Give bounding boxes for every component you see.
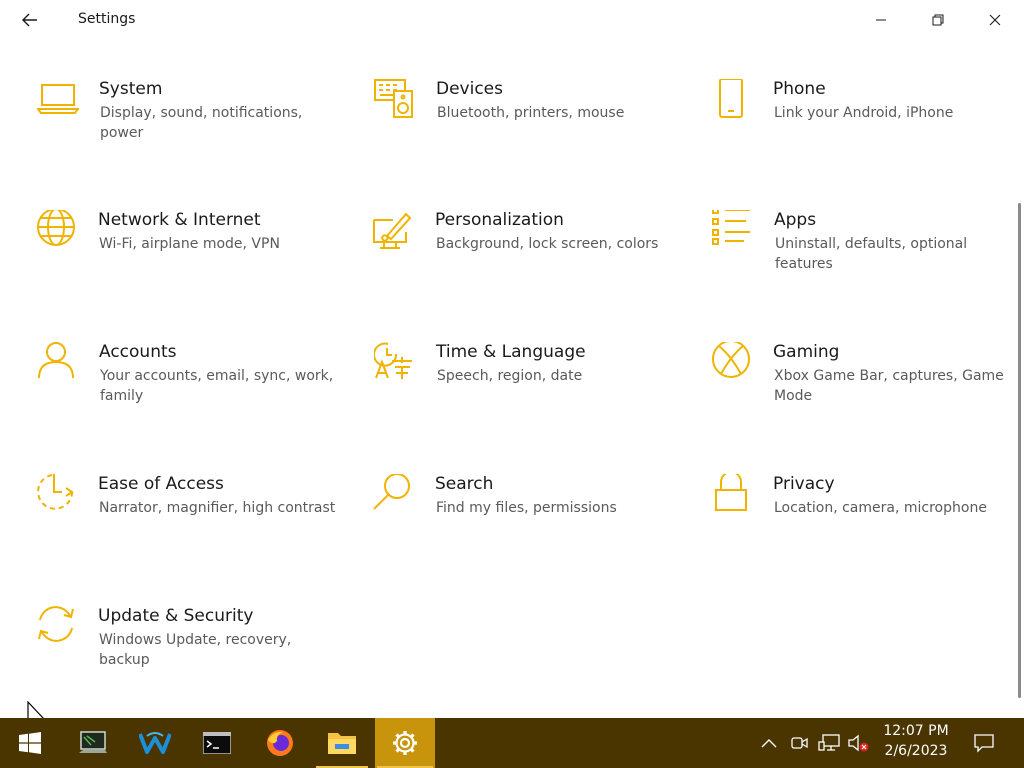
tile-description: Location, camera, microphone	[774, 500, 987, 516]
tile-description: Speech, region, date	[437, 368, 583, 384]
tile-title: Time & Language	[436, 342, 586, 362]
close-icon	[989, 14, 1001, 26]
start-button[interactable]	[2, 718, 58, 768]
tile-description: Link your Android, iPhone	[774, 105, 954, 121]
network-status-button[interactable]	[814, 718, 844, 768]
clock-time: 12:07 PM	[883, 723, 949, 739]
tile-title: Network & Internet	[98, 210, 261, 230]
meet-now-button[interactable]	[786, 718, 812, 768]
vertical-scrollbar[interactable]	[1018, 203, 1021, 698]
tile-title: Gaming	[773, 342, 840, 362]
tile-apps[interactable]: Apps Uninstall, defaults, optional featu…	[712, 210, 1012, 300]
tile-description: Windows Update, recovery, backup	[99, 632, 292, 668]
tile-description: Wi-Fi, airplane mode, VPN	[99, 236, 280, 252]
taskbar-wireshark[interactable]	[127, 718, 183, 768]
show-hidden-icons-button[interactable]	[756, 718, 782, 768]
wireshark-icon	[139, 732, 171, 754]
firefox-icon	[267, 730, 293, 756]
tile-title: Apps	[774, 210, 817, 230]
file-explorer-icon	[328, 733, 356, 754]
close-button[interactable]	[967, 0, 1023, 40]
tile-title: Phone	[773, 79, 826, 99]
devices-icon	[374, 79, 416, 121]
tile-description: Display, sound, notifications, power	[100, 105, 303, 141]
time-language-icon	[374, 342, 416, 384]
tile-devices[interactable]: Devices Bluetooth, printers, mouse	[374, 79, 674, 169]
taskbar-command-prompt[interactable]	[189, 718, 245, 768]
tile-description: Find my files, permissions	[436, 500, 617, 516]
minimize-icon	[876, 19, 886, 21]
tile-description: Bluetooth, printers, mouse	[437, 105, 625, 121]
xbox-icon	[711, 342, 753, 384]
title-bar: Settings	[0, 0, 1024, 40]
person-icon	[37, 342, 79, 384]
tile-title: Search	[435, 474, 494, 494]
tile-title: Devices	[436, 79, 503, 99]
tile-personalization[interactable]: Personalization Background, lock screen,…	[373, 210, 673, 300]
apps-list-icon	[712, 210, 754, 252]
tile-phone[interactable]: Phone Link your Android, iPhone	[711, 79, 1011, 169]
globe-icon	[36, 210, 78, 252]
tile-title: Personalization	[435, 210, 564, 230]
tile-system[interactable]: System Display, sound, notifications, po…	[37, 79, 337, 169]
tile-description: Xbox Game Bar, captures, Game Mode	[774, 368, 1004, 404]
tile-description: Background, lock screen, colors	[436, 236, 659, 252]
ease-of-access-icon	[36, 474, 78, 516]
tile-time-language[interactable]: Time & Language Speech, region, date	[374, 342, 674, 432]
phone-icon	[711, 79, 753, 121]
tile-update-security[interactable]: Update & Security Windows Update, recove…	[36, 606, 336, 696]
clock[interactable]: 12:07 PM 2/6/2023	[872, 721, 960, 765]
taskbar-terminal-app[interactable]	[66, 718, 122, 768]
tile-title: Privacy	[773, 474, 835, 494]
lock-icon	[711, 474, 753, 516]
taskbar: 12:07 PM 2/6/2023	[0, 718, 1024, 768]
back-button[interactable]	[14, 6, 46, 34]
terminal-app-icon	[79, 731, 107, 753]
restore-button[interactable]	[910, 0, 966, 40]
tile-description: Narrator, magnifier, high contrast	[99, 500, 336, 516]
laptop-icon	[37, 79, 79, 121]
clock-date: 2/6/2023	[884, 743, 948, 759]
tile-network-internet[interactable]: Network & Internet Wi-Fi, airplane mode,…	[36, 210, 336, 300]
start-icon	[19, 732, 41, 754]
volume-button[interactable]	[845, 718, 871, 768]
tile-title: System	[99, 79, 163, 99]
notification-icon	[974, 734, 994, 753]
restore-icon	[932, 14, 944, 26]
tile-title: Accounts	[99, 342, 177, 362]
command-prompt-icon	[203, 732, 231, 754]
tile-ease-of-access[interactable]: Ease of Access Narrator, magnifier, high…	[36, 474, 336, 564]
tile-search[interactable]: Search Find my files, permissions	[373, 474, 673, 564]
sync-arrows-icon	[36, 606, 78, 648]
volume-muted-icon	[848, 734, 869, 752]
tile-title: Ease of Access	[98, 474, 224, 494]
action-center-button[interactable]	[968, 718, 1000, 768]
tile-description: Uninstall, defaults, optional features	[775, 236, 968, 272]
tile-privacy[interactable]: Privacy Location, camera, microphone	[711, 474, 1011, 564]
settings-gear-icon	[393, 731, 417, 755]
chevron-up-icon	[761, 739, 777, 748]
taskbar-firefox[interactable]	[252, 718, 308, 768]
paintbrush-icon	[373, 210, 415, 252]
network-icon	[818, 734, 840, 751]
tile-title: Update & Security	[98, 606, 254, 626]
search-icon	[373, 474, 415, 516]
meet-now-icon	[791, 737, 808, 749]
minimize-button[interactable]	[853, 0, 909, 40]
tile-description: Your accounts, email, sync, work, family	[100, 368, 334, 404]
taskbar-file-explorer[interactable]	[314, 718, 370, 768]
tile-accounts[interactable]: Accounts Your accounts, email, sync, wor…	[37, 342, 337, 432]
taskbar-settings[interactable]	[375, 718, 435, 768]
tile-gaming[interactable]: Gaming Xbox Game Bar, captures, Game Mod…	[711, 342, 1011, 432]
back-arrow-icon	[22, 13, 37, 27]
window-title: Settings	[78, 11, 136, 27]
